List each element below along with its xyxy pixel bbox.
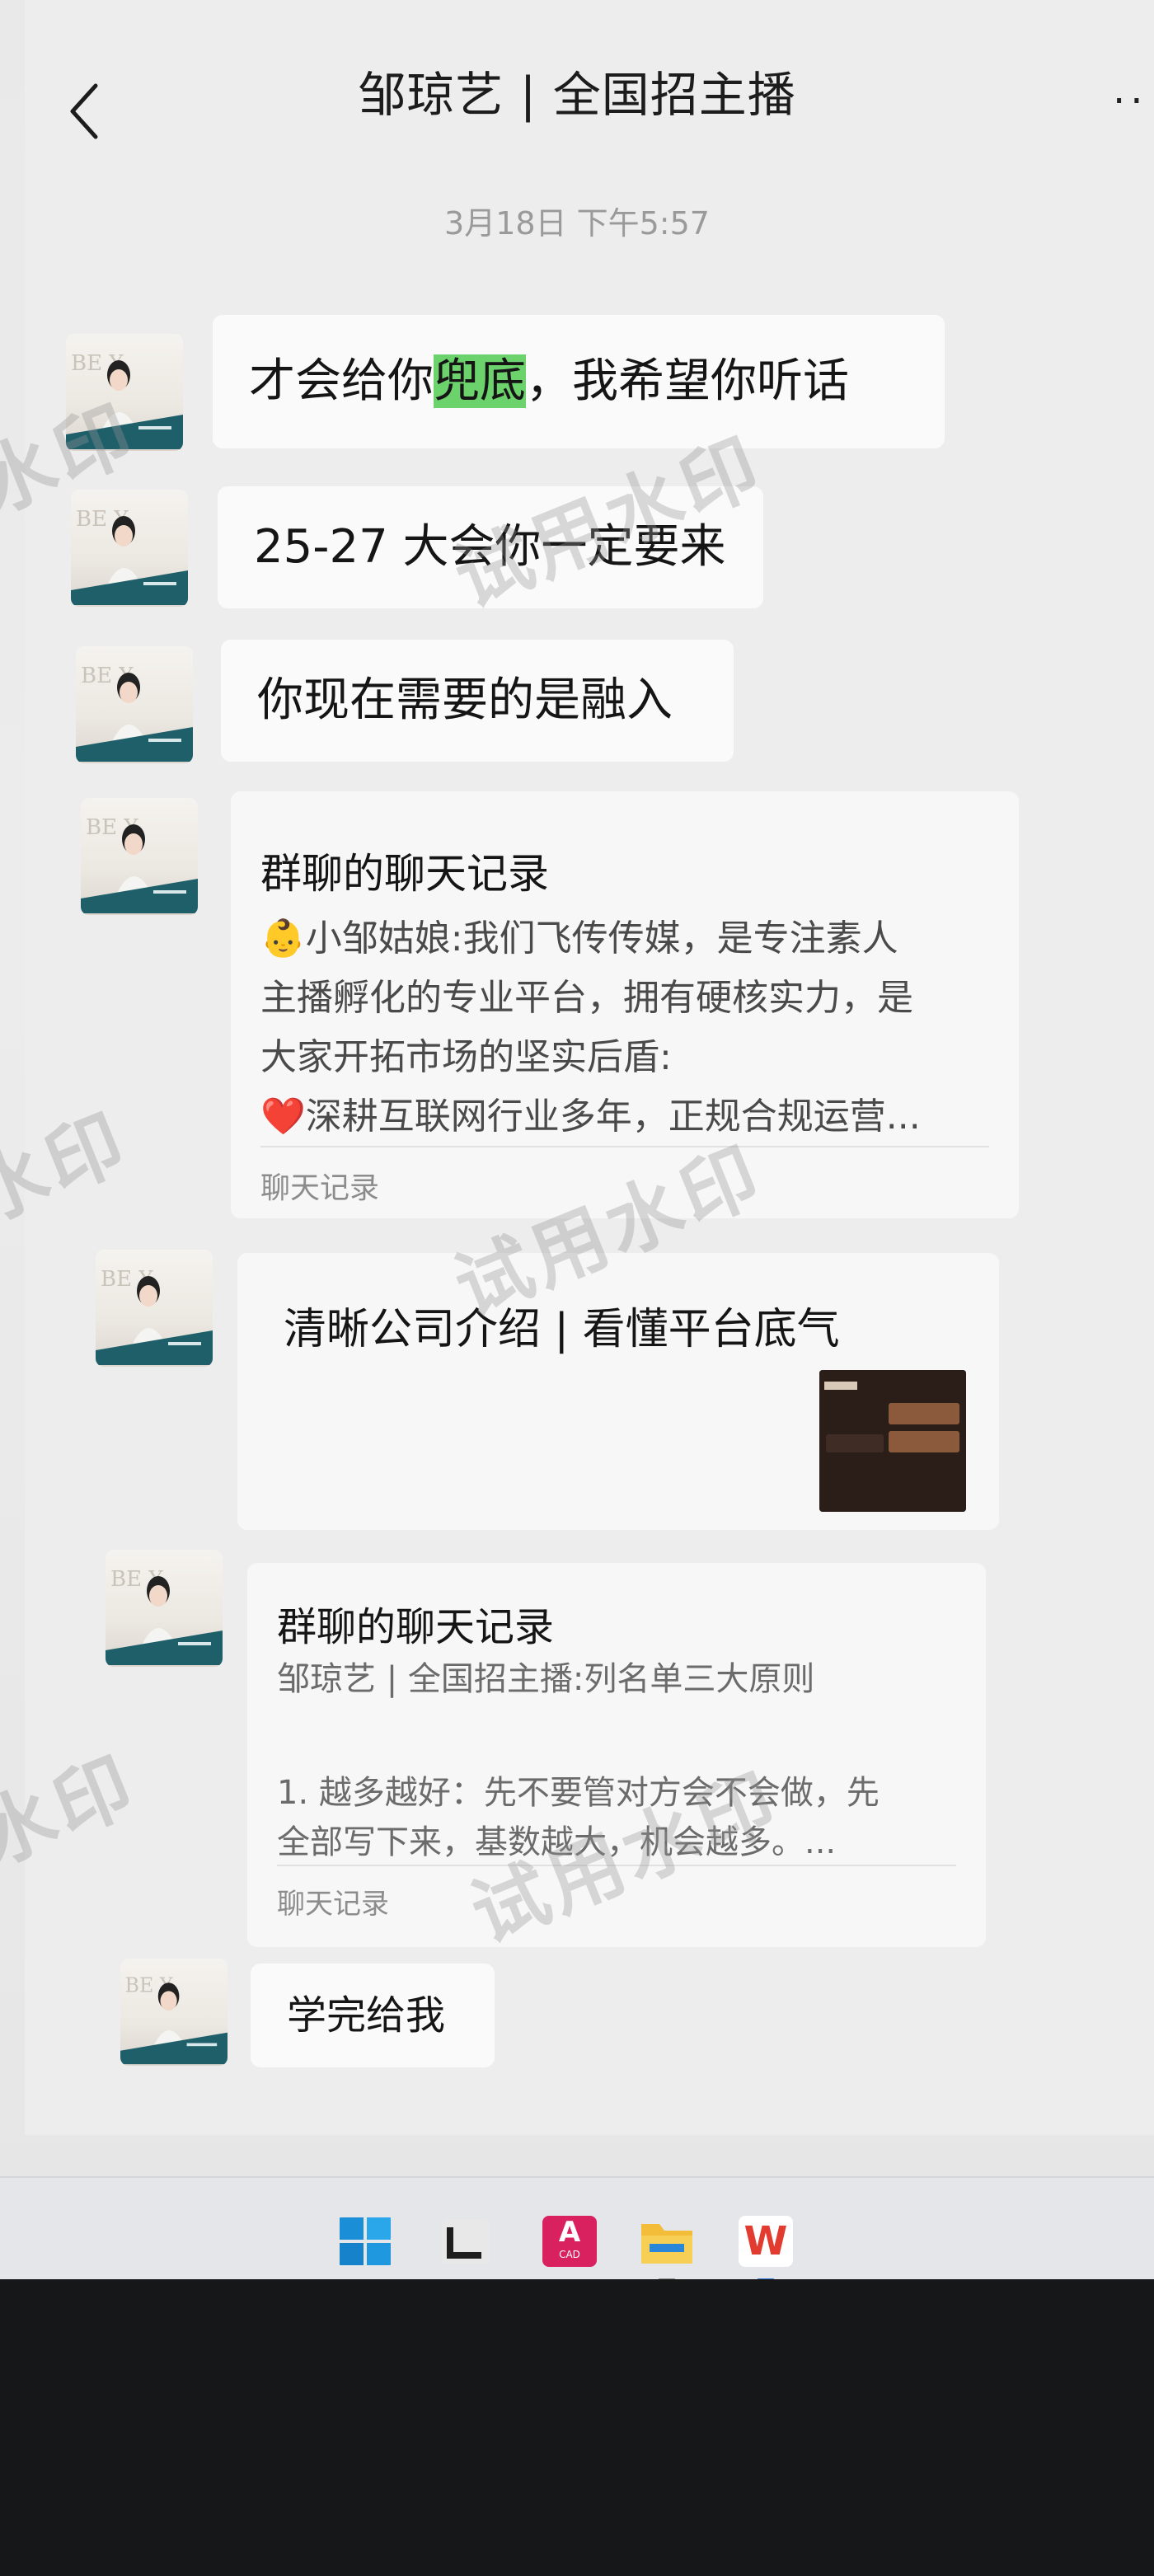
avatar[interactable]: BE Y <box>96 1250 213 1367</box>
chat-title: 邹琼艺 | 全国招主播 <box>358 67 796 123</box>
heart-icon: ❤️ <box>260 1096 306 1138</box>
card-line: 深耕互联网行业多年，正规合规运营... <box>305 1096 921 1138</box>
link-title: 清晰公司介绍 | 看懂平台底气 <box>284 1305 840 1354</box>
message-text: 学完给我 <box>287 1992 446 2039</box>
message-bubble[interactable]: 你现在需要的是融入 <box>221 640 734 762</box>
autocad-icon[interactable]: A CAD <box>542 2216 597 2267</box>
link-thumbnail <box>819 1370 966 1512</box>
card-line: 主播孵化的专业平台，拥有硬核实力，是 <box>260 977 913 1019</box>
terminal-icon[interactable] <box>439 2216 493 2267</box>
message-timestamp: 3月18日 下午5:57 <box>444 205 710 242</box>
message-text: ，我希望你听话 <box>526 354 849 408</box>
monitor-screen: 邹琼艺 | 全国招主播 ·· 3月18日 下午5:57 BE Y 才会给你兜底，… <box>0 0 1154 2301</box>
more-dots-icon[interactable]: ·· <box>1113 78 1148 124</box>
avatar[interactable]: BE Y <box>76 646 193 763</box>
card-line: 1. 越多越好：先不要管对方会不会做，先 <box>277 1774 880 1812</box>
card-title: 群聊的聊天记录 <box>260 850 549 898</box>
card-line: 大家开拓市场的坚实后盾: <box>260 1036 672 1078</box>
highlighted-text: 兜底 <box>434 354 526 408</box>
avatar[interactable]: BE Y <box>81 798 198 915</box>
card-title: 群聊的聊天记录 <box>277 1604 555 1650</box>
card-line: 邹琼艺 | 全国招主播:列名单三大原则 <box>277 1660 815 1698</box>
file-explorer-icon[interactable] <box>640 2216 694 2267</box>
card-divider <box>260 1146 989 1147</box>
avatar[interactable]: BE Y <box>106 1550 223 1667</box>
message-bubble[interactable]: 才会给你兜底，我希望你听话 <box>213 315 945 448</box>
monitor-bezel <box>0 2279 1154 2576</box>
avatar[interactable]: BE Y <box>71 490 188 607</box>
message-text: 才会给你 <box>249 354 434 408</box>
windows-start-icon[interactable] <box>338 2216 392 2267</box>
wps-office-icon[interactable]: W <box>739 2216 793 2267</box>
message-bubble[interactable]: 学完给我 <box>251 1964 495 2067</box>
message-text: 你现在需要的是融入 <box>257 673 673 727</box>
card-footer: 聊天记录 <box>260 1171 380 1205</box>
card-footer: 聊天记录 <box>277 1888 389 1921</box>
avatar[interactable]: BE Y <box>120 1959 228 2066</box>
chat-record-card[interactable]: 群聊的聊天记录 👶小邹姑娘:我们飞传传媒，是专注素人 主播孵化的专业平台，拥有硬… <box>231 791 1019 1218</box>
chat-header: 邹琼艺 | 全国招主播 ·· <box>0 0 1154 181</box>
card-line: 👶小邹姑娘:我们飞传传媒，是专注素人 <box>260 917 898 960</box>
